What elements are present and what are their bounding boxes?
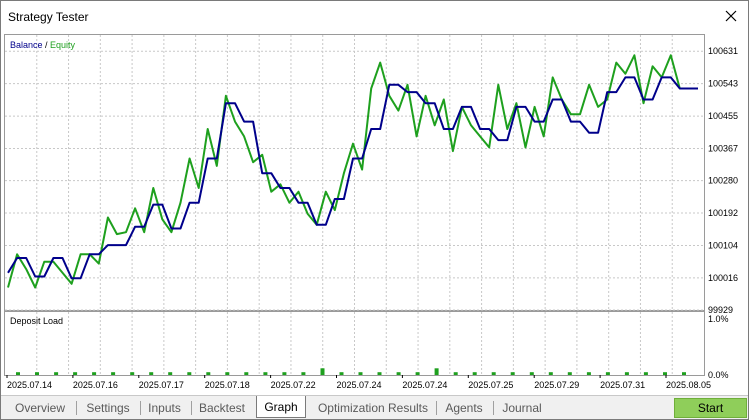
start-button-label: Start xyxy=(697,401,724,415)
deposit-bar xyxy=(92,372,97,375)
deposit-bar xyxy=(510,372,515,375)
strategy-tester-window: Strategy Tester 100631 100543 100455 100367… xyxy=(0,0,749,420)
tab-label: Graph xyxy=(264,399,298,414)
tab-settings[interactable]: Settings xyxy=(79,398,137,418)
tab-label: Overview xyxy=(14,401,65,415)
deposit-bar xyxy=(358,372,363,375)
tab-backtest[interactable]: Backtest xyxy=(193,398,251,418)
tab-overview[interactable]: Overview xyxy=(9,398,71,418)
tab-label: Agents xyxy=(445,401,483,415)
tab-label: Backtest xyxy=(198,401,246,415)
y-tick-label: 100016 xyxy=(708,273,738,283)
tab-journal[interactable]: Journal xyxy=(495,398,549,418)
y-tick-label: 100367 xyxy=(708,144,738,154)
deposit-bar xyxy=(624,372,629,375)
tab-separator xyxy=(191,401,192,415)
deposit-bar xyxy=(548,372,553,375)
y-tick-label: 100631 xyxy=(708,46,738,56)
deposit-bar xyxy=(339,372,344,375)
deposit-bar xyxy=(529,372,534,375)
x-tick-label: 2025.07.24 xyxy=(337,380,382,390)
deposit-bar xyxy=(682,372,686,375)
deposit-bar xyxy=(16,372,20,375)
x-tick-label: 2025.07.31 xyxy=(600,380,645,390)
x-tick-label: 2025.07.16 xyxy=(73,380,118,390)
x-tick-label: 2025.07.29 xyxy=(534,380,579,390)
deposit-bar xyxy=(168,372,173,375)
close-button[interactable] xyxy=(718,4,744,28)
x-tick-label: 2025.07.18 xyxy=(205,380,250,390)
deposit-bar xyxy=(206,372,211,375)
deposit-bar xyxy=(282,372,287,375)
deposit-bar xyxy=(130,372,135,375)
deposit-bar xyxy=(111,372,116,375)
legend-balance: Balance xyxy=(10,40,43,50)
deposit-bar xyxy=(643,372,648,375)
deposit-bar xyxy=(396,372,401,375)
tab-separator xyxy=(140,401,141,415)
tab-label: Inputs xyxy=(148,401,181,415)
deposit-bar xyxy=(567,372,572,375)
deposit-bar xyxy=(415,372,420,375)
chart-area: 100631 100543 100455 100367 100280 100192 1001… xyxy=(4,34,746,395)
deposit-y-tick: 1.0% xyxy=(708,314,729,324)
tab-label: Journal xyxy=(502,401,542,415)
y-tick-label: 100543 xyxy=(708,79,738,89)
tab-label: Settings xyxy=(86,401,130,415)
deposit-bar xyxy=(149,372,154,375)
tab-optimization-results[interactable]: Optimization Results xyxy=(311,398,435,418)
tab-graph[interactable]: Graph xyxy=(256,396,306,418)
deposit-bar xyxy=(663,372,667,375)
x-tick-label: 2025.07.17 xyxy=(139,380,184,390)
deposit-bar xyxy=(605,372,610,375)
legend: Balance / Equity xyxy=(10,40,76,50)
deposit-bar xyxy=(586,372,591,375)
tab-separator xyxy=(436,401,437,415)
deposit-bar xyxy=(434,368,439,375)
tab-label: Optimization Results xyxy=(317,401,429,415)
deposit-bar xyxy=(54,372,59,375)
deposit-y-tick: 0.0% xyxy=(708,370,729,380)
deposit-bar xyxy=(377,372,382,375)
deposit-bar xyxy=(187,372,192,375)
deposit-load-title: Deposit Load xyxy=(10,316,63,326)
y-tick-label: 100280 xyxy=(708,176,738,186)
window-title: Strategy Tester xyxy=(8,10,89,24)
deposit-bar xyxy=(491,372,496,375)
chart-svg: 100631 100543 100455 100367 100280 100192 1001… xyxy=(4,34,746,395)
x-tick-label: 2025.07.22 xyxy=(271,380,316,390)
deposit-bar xyxy=(73,372,78,375)
y-tick-label: 100192 xyxy=(708,208,738,218)
tab-inputs[interactable]: Inputs xyxy=(142,398,187,418)
x-tick-label: 2025.07.14 xyxy=(7,380,52,390)
title-bar: Strategy Tester xyxy=(1,1,748,32)
deposit-bar xyxy=(320,368,325,375)
close-icon xyxy=(725,10,737,22)
tab-bar: Overview Settings Inputs Backtest Graph … xyxy=(1,395,748,419)
legend-equity: Equity xyxy=(50,40,76,50)
tab-separator xyxy=(76,401,77,415)
deposit-bar xyxy=(263,372,268,375)
start-button[interactable]: Start xyxy=(674,398,747,418)
deposit-bar xyxy=(472,372,477,375)
x-tick-label: 2025.08.05 xyxy=(666,380,711,390)
tab-agents[interactable]: Agents xyxy=(438,398,490,418)
y-tick-label: 100455 xyxy=(708,111,738,121)
y-tick-label: 100104 xyxy=(708,240,738,250)
deposit-bar xyxy=(35,372,39,375)
deposit-bar xyxy=(453,372,458,375)
legend-sep: / xyxy=(43,40,51,50)
x-tick-label: 2025.07.24 xyxy=(402,380,447,390)
x-tick-label: 2025.07.25 xyxy=(468,380,513,390)
tab-separator xyxy=(493,401,494,415)
deposit-bar xyxy=(244,372,249,375)
deposit-bar xyxy=(301,372,306,375)
deposit-bar xyxy=(225,372,230,375)
